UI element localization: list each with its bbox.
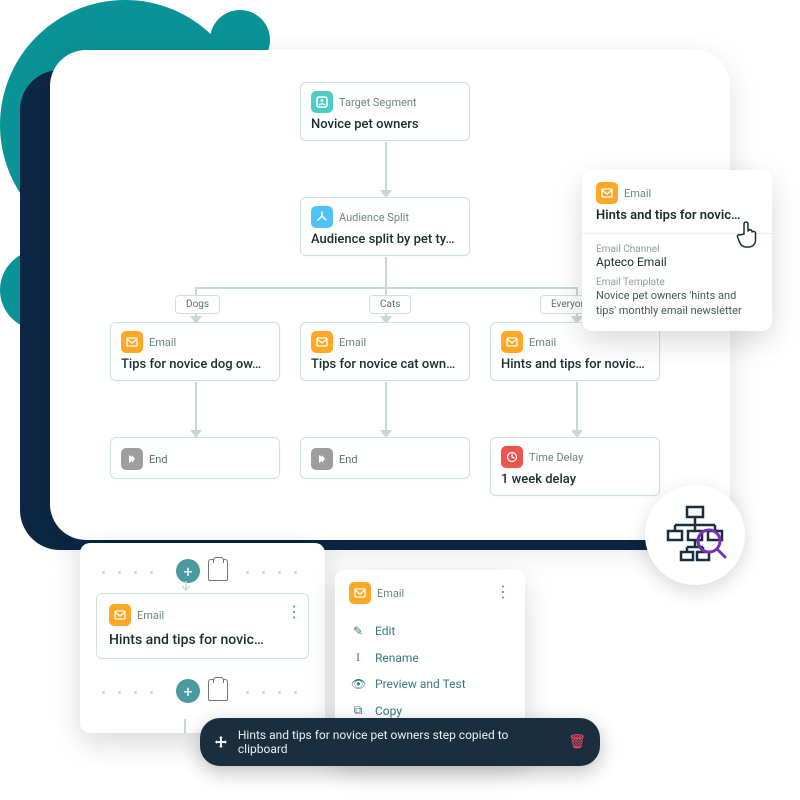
email-icon <box>349 582 371 604</box>
node-end-cats[interactable]: End <box>300 437 470 479</box>
paste-button[interactable] <box>208 559 228 581</box>
connector-line <box>576 382 578 437</box>
journey-badge <box>645 485 745 585</box>
editor-node-title: Hints and tips for novic… <box>109 632 296 648</box>
node-email-cats[interactable]: Email Tips for novice cat own… <box>300 322 470 381</box>
editor-snippet: + ⋮ Email Hints and tips for novic… + <box>80 543 325 733</box>
editor-node-email[interactable]: ⋮ Email Hints and tips for novic… <box>96 593 309 659</box>
paste-button[interactable] <box>208 679 228 701</box>
node-type-label: End <box>339 453 358 466</box>
detail-value-template: Novice pet owners 'hints and tips' month… <box>596 288 758 319</box>
ctx-item-preview[interactable]: 👁 Preview and Test <box>349 671 511 697</box>
node-email-everyone-else[interactable]: Email Hints and tips for novic… <box>490 322 660 381</box>
email-icon <box>501 331 523 353</box>
node-type-label: End <box>149 453 168 466</box>
ctx-item-label: Rename <box>375 651 419 665</box>
segment-icon <box>311 91 333 113</box>
move-icon <box>214 735 228 749</box>
node-audience-split[interactable]: Audience Split Audience split by pet ty… <box>300 197 470 256</box>
clock-icon <box>501 446 523 468</box>
ctx-item-label: Edit <box>375 624 395 638</box>
toast-dismiss-button[interactable]: 🗑 <box>568 734 586 750</box>
edit-icon: ✎ <box>351 624 365 638</box>
arrowhead-icon <box>180 581 192 593</box>
rename-icon: I <box>351 650 365 665</box>
connector-line <box>385 142 387 197</box>
connector-line <box>385 257 387 287</box>
email-icon <box>311 331 333 353</box>
connector-line <box>195 382 197 437</box>
detail-value-channel: Apteco Email <box>596 255 758 269</box>
node-time-delay[interactable]: Time Delay 1 week delay <box>490 437 660 496</box>
pointer-cursor-icon <box>736 220 762 250</box>
node-end-dogs[interactable]: End <box>110 437 280 479</box>
node-title: Hints and tips for novic… <box>501 357 649 372</box>
split-icon <box>311 206 333 228</box>
ctx-item-edit[interactable]: ✎ Edit <box>349 618 511 644</box>
branch-label-cats: Cats <box>369 295 411 314</box>
email-icon <box>121 331 143 353</box>
node-email-dogs[interactable]: Email Tips for novice dog ow… <box>110 322 280 381</box>
node-title: Novice pet owners <box>311 117 459 132</box>
detail-key-template: Email Template <box>596 277 758 288</box>
ctx-item-label: Copy <box>375 704 402 718</box>
clipboard-toast: Hints and tips for novice pet owners ste… <box>200 718 600 766</box>
node-title: Tips for novice cat own… <box>311 357 459 372</box>
copy-icon: ⧉ <box>351 703 365 718</box>
node-type-label: Email <box>137 609 164 622</box>
detail-key-channel: Email Channel <box>596 244 758 255</box>
eye-icon: 👁 <box>351 677 365 691</box>
email-icon <box>109 604 131 626</box>
node-title: Tips for novice dog ow… <box>121 357 269 372</box>
connector-line <box>184 719 186 733</box>
end-icon <box>121 448 143 470</box>
node-type-label: Email <box>377 587 404 600</box>
branch-label-dogs: Dogs <box>175 295 220 314</box>
add-step-button[interactable]: + <box>176 679 200 703</box>
node-title: Audience split by pet ty… <box>311 232 459 247</box>
step-detail-card[interactable]: Email Hints and tips for novic… Email Ch… <box>582 170 772 331</box>
add-step-button[interactable]: + <box>176 559 200 583</box>
end-icon <box>311 448 333 470</box>
detail-title: Hints and tips for novic… <box>596 208 758 223</box>
node-type-label: Audience Split <box>339 211 409 224</box>
node-title: 1 week delay <box>501 472 649 487</box>
toast-text: Hints and tips for novice pet owners ste… <box>238 728 558 756</box>
node-type-label: Email <box>529 336 556 349</box>
node-type-label: Email <box>624 187 651 200</box>
node-type-label: Target Segment <box>339 96 417 109</box>
node-type-label: Time Delay <box>529 451 583 464</box>
node-type-label: Email <box>149 336 176 349</box>
connector-line <box>385 382 387 437</box>
node-target-segment[interactable]: Target Segment Novice pet owners <box>300 82 470 141</box>
kebab-menu-button[interactable]: ⋮ <box>286 602 300 621</box>
ctx-item-rename[interactable]: I Rename <box>349 644 511 671</box>
node-type-label: Email <box>339 336 366 349</box>
kebab-menu-button[interactable]: ⋮ <box>495 582 511 601</box>
email-icon <box>596 182 618 204</box>
ctx-item-label: Preview and Test <box>375 677 466 691</box>
